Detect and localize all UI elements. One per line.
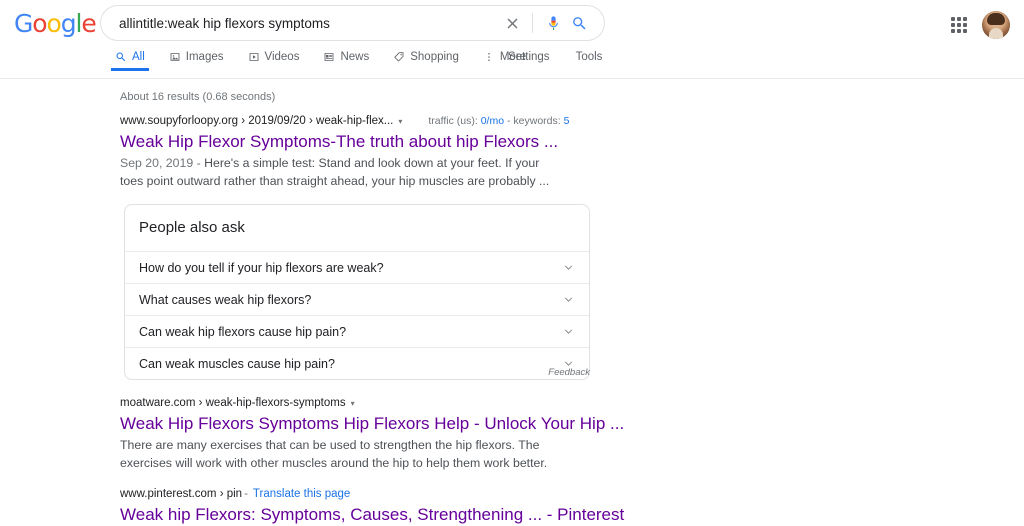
more-vertical-icon (483, 51, 495, 63)
paa-question-text: How do you tell if your hip flexors are … (139, 260, 384, 275)
chevron-down-icon[interactable] (562, 325, 575, 338)
search-nav-right: Settings Tools (508, 50, 602, 64)
image-icon (169, 51, 181, 63)
result-title-link[interactable]: Weak hip Flexors: Symptoms, Causes, Stre… (120, 504, 640, 526)
tab-label: Images (185, 51, 224, 63)
result-snippet: Sep 20, 2019 - Here's a simple test: Sta… (120, 155, 560, 190)
tab-all[interactable]: All (111, 50, 149, 71)
search-nav-tabs: All Images Videos News Shopping More (111, 50, 550, 79)
chevron-down-icon[interactable] (562, 293, 575, 306)
tab-news[interactable]: News (323, 50, 369, 71)
tag-icon (393, 51, 405, 63)
apps-grid-icon[interactable] (950, 16, 968, 34)
logo-letter: o (46, 9, 61, 38)
result-snippet: There are many exercises that can be use… (120, 438, 548, 470)
meta-label: traffic (us): (428, 115, 481, 127)
meta-label-2: - keywords: (504, 115, 564, 127)
search-result-1: www.soupyforloopy.org › 2019/09/20 › wea… (120, 114, 640, 190)
tab-label: Videos (264, 51, 300, 63)
separator: - (244, 488, 248, 500)
chevron-down-icon[interactable]: ▾ (398, 117, 402, 126)
meta-traffic-value: 0/mo (480, 115, 505, 127)
paa-question-3[interactable]: Can weak hip flexors cause hip pain? (125, 315, 589, 347)
result-stats: About 16 results (0.68 seconds) (120, 91, 276, 103)
tools-link[interactable]: Tools (576, 50, 603, 64)
chevron-down-icon[interactable]: ▾ (351, 399, 355, 408)
paa-question-text: What causes weak hip flexors? (139, 292, 312, 307)
result-url: www.pinterest.com › pin (120, 488, 243, 500)
logo-letter: o (32, 9, 47, 38)
result-url: moatware.com › weak-hip-flexors-symptoms (120, 397, 346, 409)
result-url: www.soupyforloopy.org › 2019/09/20 › wea… (120, 115, 394, 127)
tab-label: Shopping (410, 51, 459, 63)
settings-link[interactable]: Settings (508, 50, 550, 64)
chevron-down-icon[interactable] (562, 261, 575, 274)
paa-question-2[interactable]: What causes weak hip flexors? (125, 283, 589, 315)
logo-letter: e (81, 9, 96, 38)
translate-page-link[interactable]: Translate this page (253, 487, 350, 502)
paa-question-text: Can weak hip flexors cause hip pain? (139, 324, 347, 339)
search-bar-actions (499, 6, 592, 40)
tab-label: All (132, 51, 145, 63)
header-account-area (950, 11, 1010, 39)
tab-label: News (340, 51, 370, 63)
tab-images[interactable]: Images (169, 50, 224, 71)
logo-letter: G (14, 9, 33, 38)
search-icon[interactable] (566, 10, 592, 36)
avatar[interactable] (982, 11, 1010, 39)
search-header: Google allintitle:weak hip flexors sympt… (0, 0, 1024, 79)
search-input[interactable] (119, 11, 489, 35)
result-url-line: www.pinterest.com › pin - Translate this… (120, 487, 640, 502)
paa-feedback-link[interactable]: Feedback (124, 367, 590, 379)
result-url-line: moatware.com › weak-hip-flexors-symptoms… (120, 396, 640, 411)
people-also-ask-box: People also ask How do you tell if your … (124, 204, 590, 380)
news-icon (323, 51, 335, 63)
people-also-ask-heading: People also ask (139, 219, 245, 236)
search-icon (115, 51, 127, 63)
result-traffic-meta: traffic (us): 0/mo - keywords: 5 (428, 114, 569, 129)
search-bar[interactable] (100, 5, 605, 41)
logo-letter: g (60, 9, 77, 38)
search-result-2: moatware.com › weak-hip-flexors-symptoms… (120, 396, 640, 472)
google-logo[interactable]: Google (14, 9, 97, 38)
close-icon[interactable] (499, 10, 525, 36)
search-result-3: www.pinterest.com › pin - Translate this… (120, 487, 640, 526)
result-url-line: www.soupyforloopy.org › 2019/09/20 › wea… (120, 114, 640, 129)
result-title-link[interactable]: Weak Hip Flexors Symptoms Hip Flexors He… (120, 413, 640, 435)
snippet-date: Sep 20, 2019 - (120, 156, 205, 170)
tab-videos[interactable]: Videos (248, 50, 300, 71)
paa-question-1[interactable]: How do you tell if your hip flexors are … (125, 251, 589, 283)
tab-shopping[interactable]: Shopping (393, 50, 459, 71)
meta-keywords-value: 5 (563, 115, 570, 127)
divider (532, 13, 533, 33)
result-title-link[interactable]: Weak Hip Flexor Symptoms-The truth about… (120, 131, 640, 153)
microphone-icon[interactable] (540, 10, 566, 36)
video-icon (248, 51, 260, 63)
